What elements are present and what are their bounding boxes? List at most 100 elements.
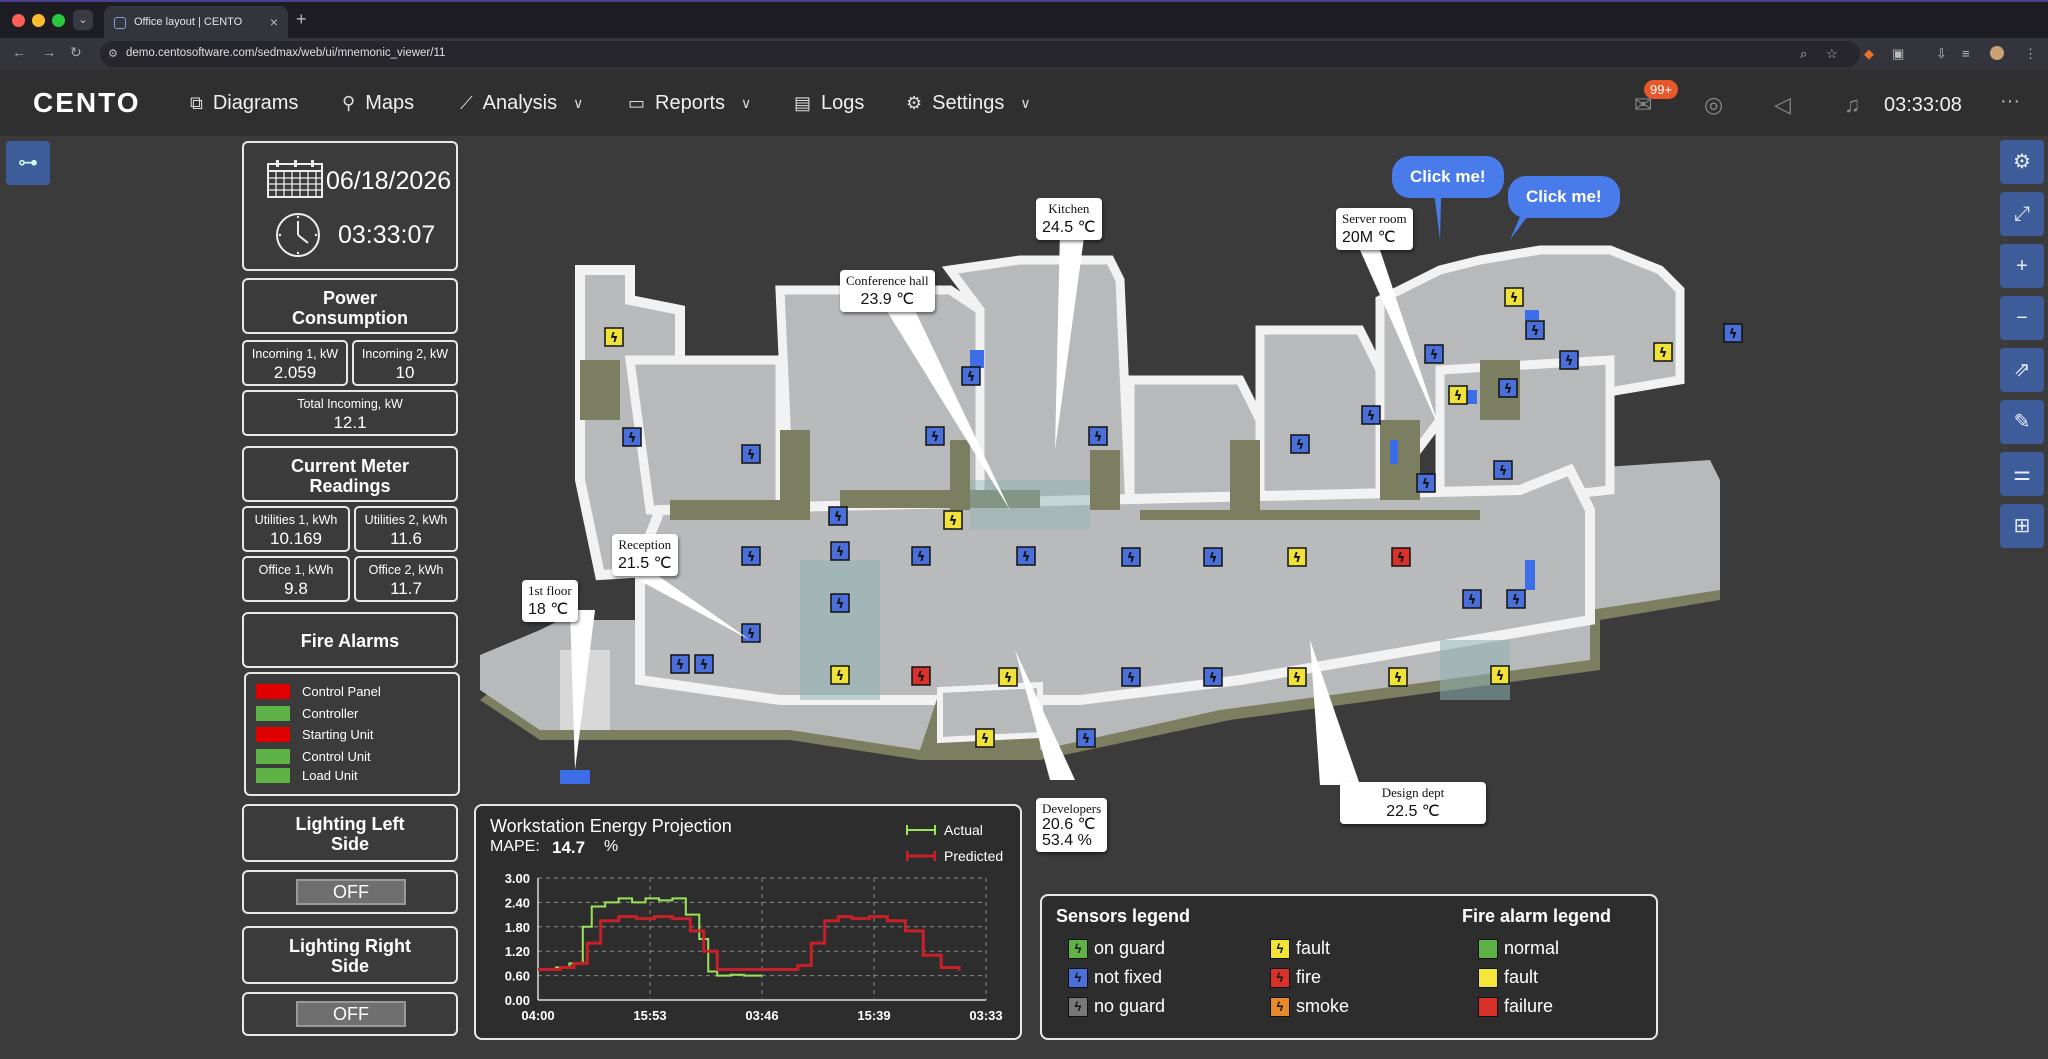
menu-settings[interactable]: ⚙ Settings ∨ [906,92,1031,115]
more-icon[interactable]: ··· [2000,90,2020,113]
menu-logs[interactable]: ▤ Logs [794,92,864,115]
lighting-right-control: OFF [242,992,458,1036]
legend-label: normal [1504,938,1560,958]
legend-label: fire [1296,967,1322,987]
settings-tool-button[interactable]: ⚙ [2000,140,2044,184]
menu-maps-label: Maps [365,92,415,114]
sensor-bolt-icon: ϟ [1082,732,1091,747]
legend-label: on guard [1094,938,1166,958]
menu-analysis[interactable]: ⟋ Analysis ∨ [460,92,583,115]
conference-hall-callout[interactable]: Conference hall 23.9 ℃ [840,270,935,312]
sensor-fire-icon: ϟ [1270,967,1290,988]
menu-reports[interactable]: ▭ Reports ∨ [628,92,751,115]
incoming-1-reading: Incoming 1, kW 2.059 [242,340,348,386]
incoming-1-label: Incoming 1, kW [251,347,339,361]
edit-tool-button[interactable]: ✎ [2000,400,2044,444]
chevron-down-icon: ∨ [741,95,752,111]
alarm-label: Controller [302,706,359,721]
meter-title: Current Meter Readings [290,456,410,496]
zoom-out-tool-button[interactable]: − [2000,296,2044,340]
alarm-label: Control Panel [302,684,381,699]
sensor-bolt-icon: ϟ [1468,593,1477,608]
media-icon[interactable]: ≡ [1962,46,1970,61]
controls-tool-button[interactable]: ⚌ [2000,452,2044,496]
calendar-icon [267,160,323,198]
site-info-icon[interactable]: ⚙ [108,47,118,60]
url-input[interactable]: ⚙ demo.centosoftware.com/sedmax/web/ui/m… [100,41,1860,67]
alarm-status-swatch [256,684,290,699]
browser-menu-icon[interactable]: ⋮ [2024,46,2037,62]
extensions-puzzle-icon[interactable]: ▣ [1892,46,1904,62]
server-room-callout[interactable]: Server room 20M ℃ [1336,208,1413,250]
open-external-tool-button[interactable]: ⇗ [2000,348,2044,392]
sensor-bolt-icon: ϟ [1127,551,1136,566]
energy-line-chart: 0.00 0.60 1.20 1.80 2.40 3.00 04:00 15:53 03:46 1… [505,871,1003,1023]
reload-icon[interactable]: ↻ [70,44,82,61]
sensor-bolt-icon: ϟ [1504,382,1513,397]
click-me-bubble-1[interactable]: Click me! [1392,156,1504,198]
menu-diagrams[interactable]: ⧉ Diagrams [190,92,298,115]
menu-maps[interactable]: ⚲ Maps [342,92,414,115]
new-tab-button[interactable]: + [296,9,307,30]
extension-icon[interactable]: ◆ [1864,46,1874,62]
sensor-bolt-icon: ϟ [931,430,940,445]
sensor-bolt-icon: ϟ [1499,464,1508,479]
chevron-down-icon: ∨ [1020,95,1031,111]
forward-icon[interactable]: → [42,44,56,60]
tab-close-icon[interactable]: × [270,14,278,30]
sensor-bolt-icon: ϟ [1209,551,1218,566]
sensor-bolt-icon: ϟ [747,627,756,642]
legend-label: smoke [1296,996,1350,1016]
hide-icon[interactable]: ◎ [1704,92,1723,118]
pencil-icon: ✎ [2013,411,2031,433]
sensor-bolt-icon: ϟ [967,370,976,385]
app-header: CENTO ⧉ Diagrams ⚲ Maps ⟋ Analysis ∨ ▭ R… [0,70,2048,136]
alarm-status-swatch [256,706,290,721]
bell-icon[interactable]: ♫ [1844,92,1861,118]
fire-alarms-list: Control Panel Controller Starting Unit C… [244,672,460,796]
legend-no-guard: ϟ no guard [1068,996,1165,1017]
developers-callout[interactable]: Developers 20.6 ℃ 53.4 % [1036,798,1108,852]
chevron-down-icon: ∨ [573,95,584,111]
sensor-bolt-icon: ϟ [1296,438,1305,453]
maximize-window-button[interactable] [52,14,65,27]
alarm-control-panel: Control Panel [256,684,381,699]
sensor-bolt-icon: ϟ [836,669,845,684]
kitchen-callout[interactable]: Kitchen 24.5 ℃ [1036,198,1102,240]
legend-on-guard: ϟ on guard [1068,938,1165,959]
back-icon[interactable]: ← [12,44,26,60]
mute-icon[interactable]: ◁ [1774,92,1791,118]
office-2-value: 11.7 [390,579,422,598]
lighting-left-toggle[interactable]: OFF [296,879,406,905]
zoom-icon[interactable]: ⌕ [1800,46,1807,62]
lighting-right-toggle[interactable]: OFF [296,1001,406,1027]
zoom-in-tool-button[interactable]: + [2000,244,2044,288]
tab-search-button[interactable]: ⌄ [73,10,93,30]
sensor-bolt-icon: ϟ [1209,671,1218,686]
room-name: Server room [1342,211,1407,226]
room-name: Developers [1042,801,1102,816]
profile-avatar[interactable] [1990,46,2004,60]
time-display: 03:33:07 [338,221,436,249]
bookmark-star-icon[interactable]: ☆ [1826,46,1838,62]
close-window-button[interactable] [12,14,25,27]
cento-logo[interactable]: CENTO [33,87,141,119]
browser-tab[interactable]: Office layout | CENTO × [104,6,288,40]
reception-callout[interactable]: Reception 21.5 ℃ [612,534,678,576]
widgets-tool-button[interactable]: ⊞ [2000,504,2044,548]
first-floor-callout[interactable]: 1st floor 18 ℃ [522,580,578,622]
tree-view-button[interactable]: ⊶ [6,141,50,185]
sensor-bolt-icon: ϟ [1094,430,1103,445]
sensor-smoke-icon: ϟ [1270,996,1290,1017]
minimize-window-button[interactable] [32,14,45,27]
y-tick-label: 1.80 [505,920,530,935]
fullscreen-tool-button[interactable]: ⤢ [2000,192,2044,236]
legend-actual-swatch [906,825,936,835]
lighting-right-title: Lighting Right Side [289,936,411,976]
incoming-1-value: 2.059 [273,363,317,382]
sensor-bolt-icon: ϟ [949,514,958,529]
mape-unit: % [604,838,619,855]
click-me-bubble-2[interactable]: Click me! [1508,176,1620,218]
download-icon[interactable]: ⇩ [1936,46,1947,62]
design-dept-callout[interactable]: Design dept 22.5 ℃ [1340,782,1486,824]
